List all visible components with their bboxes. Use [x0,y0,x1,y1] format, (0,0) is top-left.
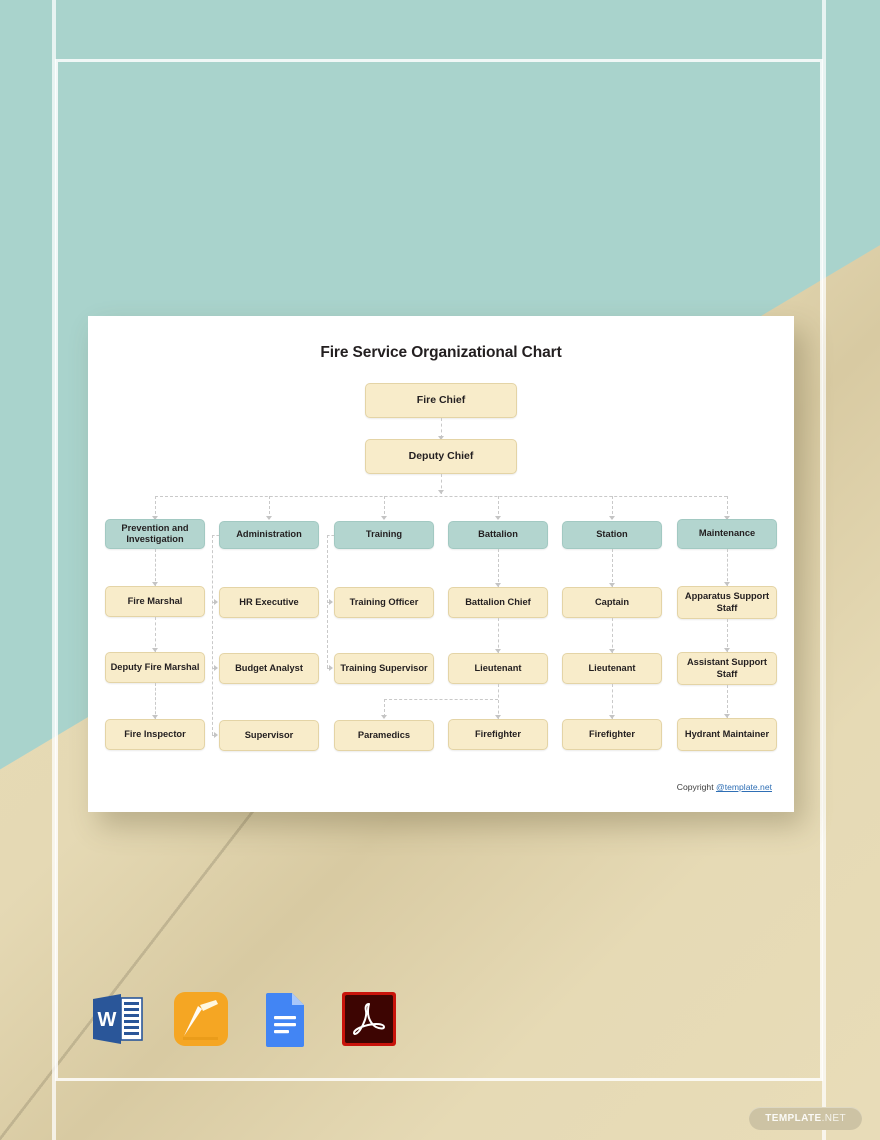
apple-pages-icon[interactable] [172,990,230,1048]
node-deputy-chief[interactable]: Deputy Chief [365,439,517,474]
svg-text:W: W [98,1009,117,1031]
node-hr-executive[interactable]: HR Executive [219,587,319,618]
connector-prevention-3 [155,683,156,719]
arrow-administration-3 [214,731,218,738]
node-apparatus-support-staff[interactable]: Apparatus Support Staff [677,586,777,619]
org-chart: Fire Chief Deputy Chief Prevention and I… [88,316,794,812]
background-stripe-right [822,0,826,1140]
node-deputy-fire-marshal[interactable]: Deputy Fire Marshal [105,652,205,683]
connector-battalion-2 [498,618,499,653]
node-station-firefighter[interactable]: Firefighter [562,719,662,750]
crosslink-lieutenant-to-paramedics [384,699,498,700]
node-supervisor[interactable]: Supervisor [219,720,319,751]
google-docs-icon[interactable] [256,990,314,1048]
background-stripe-left [52,0,56,1140]
node-training-officer[interactable]: Training Officer [334,587,434,618]
brand-tld: .NET [821,1113,846,1124]
stub-administration-head [212,535,219,536]
spine-administration [212,535,213,735]
node-administration[interactable]: Administration [219,521,319,549]
arrow-training-2 [329,664,333,671]
template-net-link[interactable]: @template.net [716,782,772,792]
node-station-lieutenant[interactable]: Lieutenant [562,653,662,684]
stub-training-head [327,535,334,536]
pdf-icon[interactable] [340,990,398,1048]
connector-station-1 [612,549,613,587]
arrow-administration-1 [214,598,218,605]
node-training-supervisor[interactable]: Training Supervisor [334,653,434,684]
connector-chief-to-deputy [441,418,442,438]
copyright-notice: Copyright @template.net [677,782,772,792]
node-hydrant-maintainer[interactable]: Hydrant Maintainer [677,718,777,751]
node-budget-analyst[interactable]: Budget Analyst [219,653,319,684]
node-captain[interactable]: Captain [562,587,662,618]
node-assistant-support-staff[interactable]: Assistant Support Staff [677,652,777,685]
node-station[interactable]: Station [562,521,662,549]
connector-station-3 [612,684,613,719]
node-battalion-chief[interactable]: Battalion Chief [448,587,548,618]
brand-watermark: TEMPLATE.NET [749,1107,862,1130]
node-fire-inspector[interactable]: Fire Inspector [105,719,205,750]
node-battalion[interactable]: Battalion [448,521,548,549]
document-card: Fire Service Organizational Chart Fire C… [88,316,794,812]
arrow-administration [265,516,272,520]
node-fire-chief[interactable]: Fire Chief [365,383,517,418]
file-format-icons: W [88,990,398,1048]
arrow-paramedics [380,715,387,719]
page-canvas: Fire Service Organizational Chart Fire C… [0,0,880,1140]
node-training[interactable]: Training [334,521,434,549]
connector-prevention-2 [155,617,156,652]
connector-prevention-1 [155,549,156,586]
connector-battalion-3 [498,684,499,719]
brand-name: TEMPLATE [765,1113,822,1124]
node-maintenance[interactable]: Maintenance [677,519,777,549]
connector-battalion-1 [498,549,499,587]
arrow-station [608,516,615,520]
arrow-training [380,516,387,520]
node-fire-marshal[interactable]: Fire Marshal [105,586,205,617]
arrow-administration-2 [214,664,218,671]
arrow-training-1 [329,598,333,605]
arrow-battalion [494,516,501,520]
arrow-deputy-to-bus [437,490,444,494]
copyright-text: Copyright [676,782,716,792]
ms-word-icon[interactable]: W [88,990,146,1048]
connector-distribution-bus [155,496,727,497]
node-battalion-firefighter[interactable]: Firefighter [448,719,548,750]
connector-station-2 [612,618,613,653]
node-prevention-and-investigation[interactable]: Prevention and Investigation [105,519,205,549]
node-battalion-lieutenant[interactable]: Lieutenant [448,653,548,684]
node-paramedics[interactable]: Paramedics [334,720,434,751]
connector-maintenance-1 [727,549,728,586]
